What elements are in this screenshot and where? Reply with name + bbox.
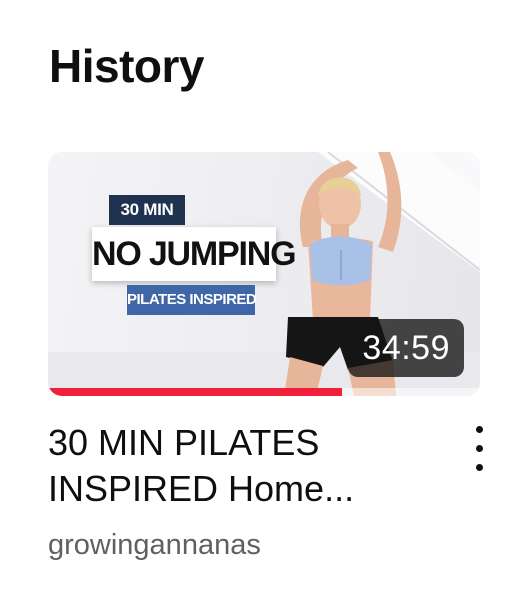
- more-options-button[interactable]: [468, 426, 492, 478]
- duration-badge: 34:59: [348, 319, 464, 377]
- watch-progress-fill: [48, 388, 342, 396]
- thumbnail-tag-duration: 30 MIN: [109, 195, 185, 225]
- thumbnail-tag-main: NO JUMPING: [92, 227, 297, 281]
- watch-progress-bar: [48, 388, 480, 396]
- thumbnail-tag-subtitle: PILATES INSPIRED: [127, 285, 257, 315]
- history-video-card[interactable]: 30 MIN NO JUMPING PILATES INSPIRED 34:59…: [48, 152, 483, 562]
- video-meta: 30 MIN PILATES INSPIRED Home... growinga…: [48, 420, 483, 562]
- page-title: History: [49, 40, 204, 92]
- channel-name[interactable]: growingannanas: [48, 528, 480, 562]
- video-thumbnail[interactable]: 30 MIN NO JUMPING PILATES INSPIRED 34:59: [48, 152, 480, 396]
- video-title[interactable]: 30 MIN PILATES INSPIRED Home...: [48, 420, 408, 512]
